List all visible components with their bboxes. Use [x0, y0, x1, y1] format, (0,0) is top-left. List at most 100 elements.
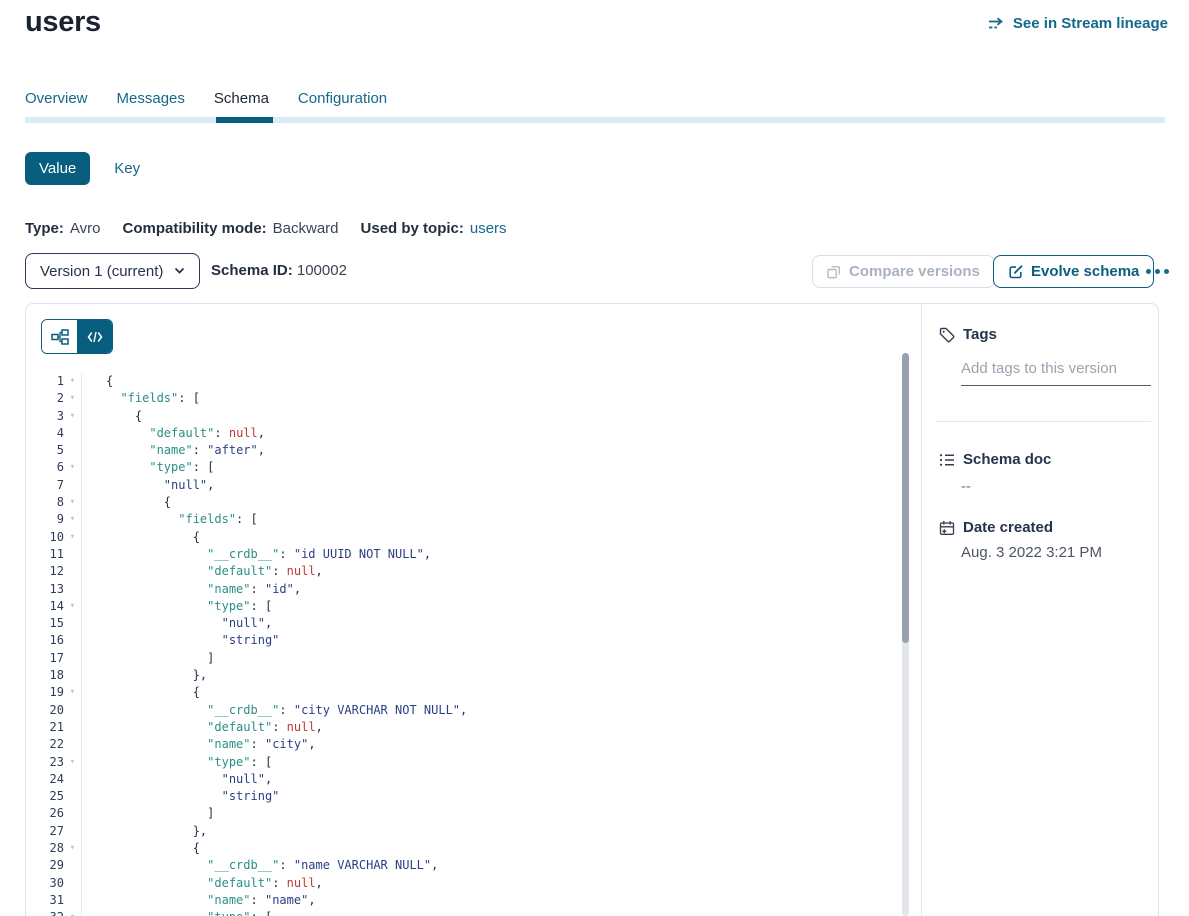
tab-bar: Overview Messages Schema Configuration [25, 90, 387, 107]
code-text[interactable]: "type": [ [81, 598, 886, 615]
code-text[interactable]: "name": "name", [81, 892, 886, 909]
tab-schema[interactable]: Schema [214, 90, 269, 107]
code-text[interactable]: "__crdb__": "name VARCHAR NULL", [81, 857, 886, 874]
line-number: 17 [26, 650, 64, 667]
compare-versions-label: Compare versions [849, 263, 980, 280]
date-created-heading-label: Date created [963, 519, 1053, 536]
fold-toggle-icon[interactable]: ▾ [64, 373, 81, 390]
fold-spacer [64, 425, 81, 442]
code-text[interactable]: "type": [ [81, 754, 886, 771]
code-text[interactable]: "type": [ [81, 909, 886, 916]
code-text[interactable]: { [81, 529, 886, 546]
tags-input[interactable] [961, 356, 1151, 386]
code-text[interactable]: ] [81, 805, 886, 822]
code-text[interactable]: "__crdb__": "id UUID NOT NULL", [81, 546, 886, 563]
code-text[interactable]: "default": null, [81, 425, 886, 442]
code-line: 10▾ { [26, 529, 886, 546]
line-number: 22 [26, 736, 64, 753]
code-text[interactable]: { [81, 684, 886, 701]
fold-toggle-icon[interactable]: ▾ [64, 909, 81, 916]
compare-versions-button[interactable]: Compare versions [812, 255, 995, 288]
evolve-schema-button[interactable]: Evolve schema [993, 255, 1154, 288]
code-text[interactable]: { [81, 840, 886, 857]
line-number: 3 [26, 408, 64, 425]
code-text[interactable]: { [81, 408, 886, 425]
fold-toggle-icon[interactable]: ▾ [64, 459, 81, 476]
editor-scrollbar-thumb[interactable] [902, 353, 909, 643]
tab-configuration[interactable]: Configuration [298, 90, 387, 107]
compat-label: Compatibility mode: [122, 220, 266, 237]
fold-toggle-icon[interactable]: ▾ [64, 684, 81, 701]
line-number: 7 [26, 477, 64, 494]
code-text[interactable]: "string" [81, 632, 886, 649]
code-text[interactable]: "default": null, [81, 875, 886, 892]
code-line: 18 }, [26, 667, 886, 684]
ellipsis-icon [1146, 269, 1151, 274]
tab-overview[interactable]: Overview [25, 90, 88, 107]
schema-id-value: 100002 [297, 262, 347, 279]
line-number: 21 [26, 719, 64, 736]
code-text[interactable]: "fields": [ [81, 390, 886, 407]
fold-toggle-icon[interactable]: ▾ [64, 840, 81, 857]
line-number: 16 [26, 632, 64, 649]
fold-toggle-icon[interactable]: ▾ [64, 494, 81, 511]
code-text[interactable]: }, [81, 823, 886, 840]
code-text[interactable]: "name": "id", [81, 581, 886, 598]
fold-toggle-icon[interactable]: ▾ [64, 511, 81, 528]
tree-view-button[interactable] [42, 320, 77, 353]
line-number: 10 [26, 529, 64, 546]
code-text[interactable]: "default": null, [81, 719, 886, 736]
code-line: 13 "name": "id", [26, 581, 886, 598]
fold-toggle-icon[interactable]: ▾ [64, 529, 81, 546]
code-text[interactable]: }, [81, 667, 886, 684]
code-text[interactable]: "default": null, [81, 563, 886, 580]
code-line: 22 "name": "city", [26, 736, 886, 753]
code-line: 25 "string" [26, 788, 886, 805]
code-line: 1▾{ [26, 373, 886, 390]
more-actions-button[interactable] [1146, 255, 1169, 288]
code-text[interactable]: "fields": [ [81, 511, 886, 528]
code-text[interactable]: "name": "after", [81, 442, 886, 459]
line-number: 29 [26, 857, 64, 874]
topic-link[interactable]: users [470, 220, 507, 237]
line-number: 14 [26, 598, 64, 615]
code-line: 24 "null", [26, 771, 886, 788]
code-text[interactable]: "null", [81, 615, 886, 632]
key-tab-button[interactable]: Key [114, 160, 140, 177]
code-text[interactable]: "name": "city", [81, 736, 886, 753]
fold-toggle-icon[interactable]: ▾ [64, 408, 81, 425]
line-number: 11 [26, 546, 64, 563]
line-number: 30 [26, 875, 64, 892]
code-view-button[interactable] [77, 320, 112, 353]
code-line: 2▾ "fields": [ [26, 390, 886, 407]
code-text[interactable]: "__crdb__": "city VARCHAR NOT NULL", [81, 702, 886, 719]
tab-messages[interactable]: Messages [117, 90, 185, 107]
fold-spacer [64, 736, 81, 753]
code-text[interactable]: ] [81, 650, 886, 667]
value-tab-button[interactable]: Value [25, 152, 90, 185]
code-text[interactable]: { [81, 494, 886, 511]
code-text[interactable]: "string" [81, 788, 886, 805]
code-text[interactable]: "null", [81, 771, 886, 788]
line-number: 24 [26, 771, 64, 788]
schema-sidebar: Tags Schema doc -- [921, 304, 1159, 916]
code-text[interactable]: "null", [81, 477, 886, 494]
fold-toggle-icon[interactable]: ▾ [64, 754, 81, 771]
stream-lineage-link[interactable]: See in Stream lineage [988, 15, 1168, 32]
fold-spacer [64, 563, 81, 580]
date-created-value: Aug. 3 2022 3:21 PM [961, 544, 1102, 561]
code-line: 21 "default": null, [26, 719, 886, 736]
code-line: 7 "null", [26, 477, 886, 494]
code-line: 12 "default": null, [26, 563, 886, 580]
code-text[interactable]: { [81, 373, 886, 390]
fold-toggle-icon[interactable]: ▾ [64, 390, 81, 407]
compat-value: Backward [273, 220, 339, 237]
editor-view-toggle [41, 319, 113, 354]
version-select[interactable]: Version 1 (current) [25, 253, 200, 289]
fold-toggle-icon[interactable]: ▾ [64, 598, 81, 615]
fold-spacer [64, 857, 81, 874]
code-view-icon [87, 331, 103, 343]
code-text[interactable]: "type": [ [81, 459, 886, 476]
schema-page: users See in Stream lineage Overview Mes… [0, 0, 1189, 916]
line-number: 23 [26, 754, 64, 771]
